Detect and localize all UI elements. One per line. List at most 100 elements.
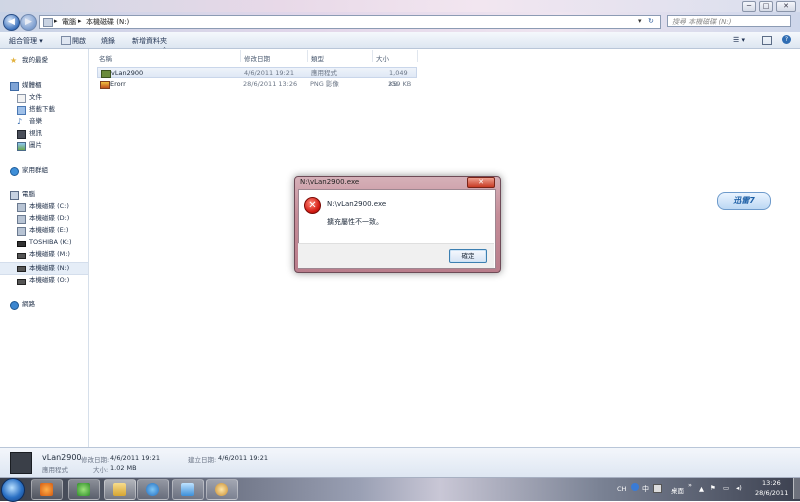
media-player-icon: [40, 483, 53, 496]
dialog-message: 擴充屬性不一致。: [327, 218, 383, 226]
close-window-button[interactable]: ✕: [776, 1, 796, 12]
desktop-toolbar[interactable]: 桌面: [671, 485, 684, 495]
address-segment-computer[interactable]: 電腦: [62, 17, 76, 27]
application-icon: [101, 70, 111, 78]
picture-icon: [17, 142, 26, 151]
toolbar-expand-icon[interactable]: »: [688, 481, 692, 489]
column-divider[interactable]: [372, 50, 373, 62]
volume-icon[interactable]: ◂): [736, 484, 742, 492]
computer-icon: [10, 191, 19, 200]
address-segment-drive[interactable]: 本機磁碟 (N:): [86, 17, 129, 27]
organize-button[interactable]: 組合管理 ▾: [9, 36, 43, 46]
address-dropdown-icon[interactable]: ▾: [638, 17, 642, 25]
nav-computer[interactable]: 電腦: [0, 189, 88, 200]
dialog-path: N:\vLan2900.exe: [327, 200, 387, 208]
address-bar[interactable]: ▸ 電腦 ▸ 本機磁碟 (N:) ▾ ↻: [39, 15, 661, 29]
nav-libraries[interactable]: 媒體櫃: [0, 80, 88, 91]
maximize-button[interactable]: □: [759, 1, 773, 12]
drive-icon: [17, 215, 26, 224]
nav-drive-c[interactable]: 本機磁碟 (C:): [0, 201, 88, 212]
column-divider[interactable]: [417, 50, 418, 62]
address-separator: ▸: [54, 17, 58, 25]
ime-icon[interactable]: [631, 483, 639, 491]
address-separator: ▸: [78, 17, 82, 25]
search-input[interactable]: 搜尋 本機磁碟 (N:): [667, 15, 791, 27]
ime-settings-icon[interactable]: [653, 484, 662, 493]
refresh-icon[interactable]: ↻: [648, 17, 654, 25]
xunlei-floating-widget[interactable]: 迅雷7: [717, 192, 771, 210]
new-folder-button[interactable]: 新增資料夾: [132, 36, 167, 46]
ime-mode-icon[interactable]: 中: [642, 484, 649, 494]
preview-pane-icon[interactable]: [762, 36, 772, 45]
nav-drive-n[interactable]: 本機磁碟 (N:): [0, 262, 88, 275]
burn-button[interactable]: 燒錄: [101, 36, 115, 46]
drive-icon: [17, 203, 26, 212]
details-size-value: 1.02 MB: [110, 464, 137, 472]
column-header-size[interactable]: 大小: [376, 53, 389, 63]
taskbar-messenger[interactable]: [68, 479, 100, 500]
nav-library-videos[interactable]: 視訊: [0, 128, 88, 139]
document-icon: [17, 94, 26, 103]
command-toolbar: 組合管理 ▾ 開啟 燒錄 新增資料夾 ☰ ▾ ?: [0, 32, 800, 49]
column-header-type[interactable]: 類型: [311, 53, 324, 63]
messenger-icon: [77, 483, 90, 496]
taskbar-internet-explorer[interactable]: [137, 479, 169, 500]
column-divider[interactable]: [240, 50, 241, 62]
paint-icon: [215, 483, 228, 496]
folder-icon: [113, 483, 126, 496]
forward-icon[interactable]: ▶: [20, 14, 37, 31]
taskbar-explorer[interactable]: [104, 479, 136, 500]
nav-favorites[interactable]: ★ 我的最愛: [0, 55, 88, 66]
error-icon: ✕: [304, 197, 321, 214]
nav-library-downloads[interactable]: 搭載下載: [0, 104, 88, 115]
dialog-close-button[interactable]: ✕: [467, 177, 495, 188]
clock-time[interactable]: 13:26: [762, 479, 781, 487]
nav-network[interactable]: 網路: [0, 299, 88, 310]
drive-icon: [17, 253, 26, 259]
clock-date[interactable]: 28/6/2011: [755, 489, 788, 497]
details-name: vLan2900: [42, 453, 82, 462]
ok-button[interactable]: 確定: [449, 249, 487, 263]
nav-library-music[interactable]: ♪ 音樂: [0, 116, 88, 127]
drive-icon: [17, 266, 26, 272]
video-icon: [17, 130, 26, 139]
details-created-label: 建立日期:: [188, 456, 217, 464]
nav-drive-k[interactable]: TOSHIBA (K:): [0, 237, 88, 248]
view-options-icon[interactable]: ☰ ▾: [733, 36, 745, 44]
ime-indicator[interactable]: CH: [617, 485, 626, 493]
nav-drive-m[interactable]: 本機磁碟 (M:): [0, 249, 88, 260]
minimize-button[interactable]: ─: [742, 1, 756, 12]
back-icon[interactable]: ◀: [3, 14, 20, 31]
computer-icon: [43, 18, 53, 27]
file-row-vlan2900[interactable]: vLan2900 4/6/2011 19:21 應用程式 1,049 KB: [97, 67, 417, 88]
show-desktop-button[interactable]: [793, 478, 800, 499]
column-header-name[interactable]: 名稱: [99, 53, 112, 63]
homegroup-icon: [10, 167, 19, 176]
nav-drive-e[interactable]: 本機磁碟 (E:): [0, 225, 88, 236]
taskbar-media-player[interactable]: [31, 479, 63, 500]
nav-drive-d[interactable]: 本機磁碟 (D:): [0, 213, 88, 224]
open-button[interactable]: 開啟: [72, 36, 86, 46]
file-row-erorr[interactable]: Erorr 28/6/2011 13:26 PNG 影像 259 KB: [97, 79, 417, 90]
drive-icon: [17, 279, 26, 285]
xunlei-icon: [181, 483, 194, 496]
details-modified-label: 修改日期:: [81, 456, 110, 464]
network-status-icon[interactable]: ▭: [723, 484, 729, 492]
help-icon[interactable]: ?: [782, 35, 791, 44]
taskbar-xunlei[interactable]: [172, 479, 204, 500]
column-header-modified[interactable]: 修改日期: [244, 53, 270, 63]
nav-drive-o[interactable]: 本機磁碟 (O:): [0, 275, 88, 286]
taskbar-paint[interactable]: [206, 479, 238, 500]
download-folder-icon: [17, 106, 26, 115]
nav-homegroup[interactable]: 家用群組: [0, 165, 88, 176]
action-center-icon[interactable]: ⚑: [710, 484, 716, 492]
nav-library-documents[interactable]: 文件: [0, 92, 88, 103]
show-hidden-icons[interactable]: ▲: [699, 485, 704, 493]
application-large-icon: [10, 452, 32, 474]
window-title-bar: ─ □ ✕: [0, 0, 800, 12]
start-button[interactable]: [1, 478, 25, 502]
column-divider[interactable]: [307, 50, 308, 62]
music-icon: ♪: [17, 117, 23, 126]
nav-library-pictures[interactable]: 圖片: [0, 140, 88, 151]
details-type: 應用程式: [42, 466, 68, 474]
